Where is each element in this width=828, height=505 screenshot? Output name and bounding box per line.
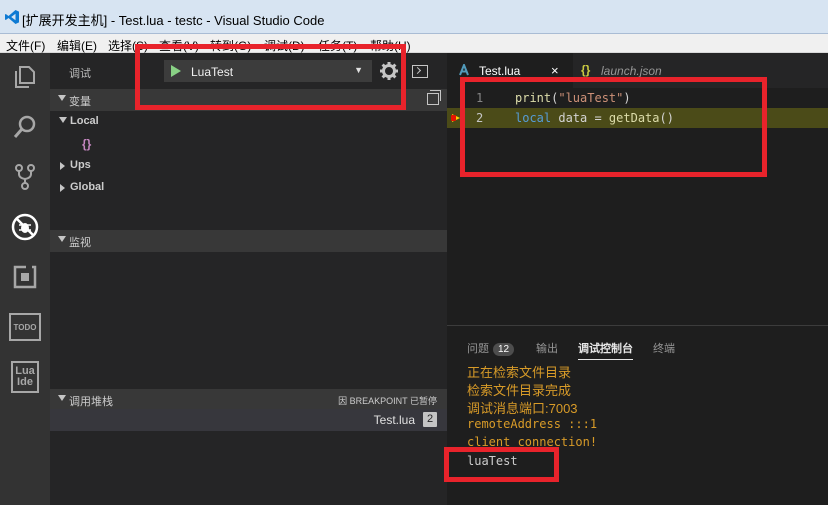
scope-local[interactable]: Local: [50, 111, 447, 133]
window-title: [扩展开发主机] - Test.lua - testc - Visual Stu…: [22, 13, 325, 28]
code-token: local: [515, 111, 552, 125]
console-line: luaTest: [467, 454, 518, 468]
menu-goto[interactable]: 转到(G): [210, 37, 251, 54]
tab-terminal[interactable]: 终端: [653, 340, 675, 356]
scope-global[interactable]: Global: [50, 177, 447, 199]
chevron-right-icon: [60, 184, 65, 192]
code-line-1[interactable]: 1 print("luaTest"): [447, 88, 828, 108]
console-line: client connection!: [467, 435, 598, 449]
activity-debug[interactable]: [0, 203, 50, 251]
chevron-down-icon: [58, 95, 66, 101]
todo-label: TODO: [13, 322, 37, 332]
activity-source-control[interactable]: [0, 153, 50, 201]
debug-toolbar: 调试 LuaTest ▼: [50, 53, 447, 89]
collapse-all-icon[interactable]: [427, 90, 441, 105]
line-number: 1: [476, 91, 484, 105]
todo-icon: TODO: [9, 313, 41, 341]
console-line: 检索文件目录完成: [467, 383, 572, 398]
debug-config-name: LuaTest: [191, 65, 234, 79]
tab-problems[interactable]: 问题 12: [467, 340, 515, 356]
scope-label: Ups: [70, 159, 91, 171]
code-token: ): [623, 91, 631, 105]
title-bar: [扩展开发主机] - Test.lua - testc - Visual Stu…: [0, 0, 828, 34]
variables-header: 变量: [69, 96, 91, 108]
chevron-down-icon: [59, 117, 67, 123]
callstack-section-header[interactable]: 调用堆栈 因 BREAKPOINT 已暂停: [50, 389, 447, 411]
code-text: local data = getData(): [515, 111, 674, 125]
watch-header: 监视: [69, 237, 91, 249]
json-file-icon: {}: [581, 63, 591, 77]
menu-file[interactable]: 文件(F): [6, 37, 45, 54]
debug-sidebar: 调试 LuaTest ▼ 变量 Local {} Ups Global 监视 调…: [50, 53, 447, 505]
source-control-icon: [15, 164, 35, 190]
menu-edit[interactable]: 编辑(E): [57, 37, 97, 54]
tab-launch-json[interactable]: {} launch.json: [573, 53, 698, 88]
problems-count-badge: 12: [493, 343, 515, 356]
tab-debug-console[interactable]: 调试控制台: [578, 340, 633, 360]
menu-help[interactable]: 帮助(H): [370, 37, 411, 54]
menu-bar: 文件(F) 编辑(E) 选择(S) 查看(V) 转到(G) 调试(D) 任务(T…: [0, 34, 828, 53]
frame-file: Test.lua: [373, 413, 415, 427]
menu-debug[interactable]: 调试(D): [264, 37, 305, 54]
chevron-down-icon: ▼: [354, 65, 363, 75]
menu-tasks[interactable]: 任务(T): [318, 37, 357, 54]
code-token: "luaTest": [558, 91, 624, 105]
editor-tabs: Test.lua × {} launch.json: [447, 53, 828, 88]
activity-explorer[interactable]: [0, 53, 50, 101]
bottom-panel: 问题 12 输出 调试控制台 终端 正在检索文件目录 检索文件目录完成 调试消息端…: [447, 325, 828, 505]
activity-lua-ide[interactable]: Lua Ide: [0, 353, 50, 401]
activity-extensions[interactable]: [0, 253, 50, 301]
search-icon: [13, 115, 36, 138]
scope-label: Global: [70, 181, 105, 193]
chevron-right-icon: [60, 162, 65, 170]
breakpoint-icon[interactable]: [451, 114, 460, 122]
debug-view-title: 调试: [69, 68, 91, 80]
tab-output[interactable]: 输出: [536, 340, 558, 356]
code-line-2[interactable]: 2 local data = getData(): [447, 108, 828, 128]
code-token: (): [659, 111, 674, 125]
start-debug-icon[interactable]: [171, 65, 181, 77]
code-text: print("luaTest"): [515, 91, 631, 105]
callstack-frame[interactable]: Test.lua 2: [50, 409, 447, 431]
scope-label: Local: [70, 115, 99, 127]
menu-view[interactable]: 查看(V): [159, 37, 199, 54]
activity-bar: TODO Lua Ide: [0, 53, 50, 505]
line-number: 2: [476, 111, 484, 125]
local-value-row: {}: [50, 133, 447, 155]
lua-ide-icon: Lua Ide: [11, 361, 39, 393]
variables-section-header[interactable]: 变量: [50, 89, 447, 111]
menu-selection[interactable]: 选择(S): [108, 37, 148, 54]
callstack-header: 调用堆栈: [69, 396, 113, 408]
lua-file-icon: [459, 64, 469, 76]
debug-config-select[interactable]: LuaTest ▼: [164, 60, 372, 82]
watch-section-header[interactable]: 监视: [50, 230, 447, 252]
console-line: 正在检索文件目录: [467, 365, 572, 380]
editor-area: Test.lua × {} launch.json 1 print("luaTe…: [447, 53, 828, 325]
vscode-logo-icon: [5, 10, 19, 24]
code-token: print: [515, 91, 552, 105]
activity-todo[interactable]: TODO: [0, 303, 50, 351]
debug-console-icon[interactable]: [412, 65, 428, 78]
console-line: remoteAddress :::1: [467, 417, 598, 431]
chevron-down-icon: [58, 236, 66, 242]
code-token: getData: [608, 111, 660, 125]
scope-ups[interactable]: Ups: [50, 155, 447, 177]
activity-search[interactable]: [0, 103, 50, 151]
gear-icon[interactable]: [380, 62, 398, 80]
frame-line-badge: 2: [423, 412, 437, 427]
tab-label: 问题: [467, 343, 489, 355]
local-value: {}: [82, 137, 92, 151]
explorer-icon: [15, 66, 35, 88]
extensions-icon: [13, 265, 37, 289]
tab-label: launch.json: [601, 64, 662, 78]
close-icon[interactable]: ×: [551, 63, 559, 78]
debug-icon: [11, 213, 39, 241]
chevron-down-icon: [58, 395, 66, 401]
code-token: data =: [551, 111, 609, 125]
ide-label: Ide: [17, 376, 33, 388]
console-line: 调试消息端口:7003: [467, 401, 578, 416]
tab-test-lua[interactable]: Test.lua ×: [447, 53, 573, 88]
pause-reason: 因 BREAKPOINT 已暂停: [338, 396, 437, 406]
tab-label: Test.lua: [479, 64, 521, 78]
